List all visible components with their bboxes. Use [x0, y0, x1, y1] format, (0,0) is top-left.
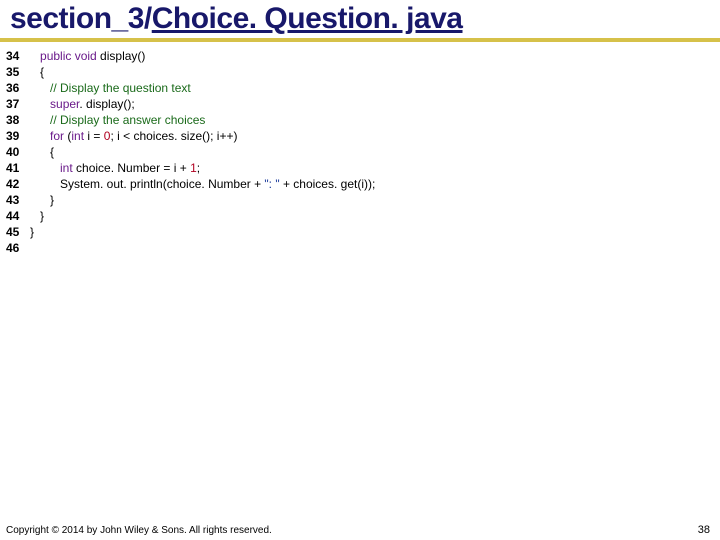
code-token: int	[60, 161, 73, 175]
line-number: 37	[2, 96, 24, 112]
code-content: }	[30, 208, 44, 224]
code-token: }	[30, 209, 44, 223]
code-token: 1	[190, 161, 197, 175]
code-line: 45}	[2, 224, 710, 240]
code-token: ": "	[264, 177, 279, 191]
line-number: 42	[2, 176, 24, 192]
page-number: 38	[698, 524, 710, 536]
code-token: }	[30, 225, 34, 239]
code-line: 40 {	[2, 144, 710, 160]
code-line: 37 super. display();	[2, 96, 710, 112]
title-rule	[0, 38, 720, 42]
code-line: 44 }	[2, 208, 710, 224]
code-token: display()	[97, 49, 146, 63]
line-number: 34	[2, 48, 24, 64]
line-number: 38	[2, 112, 24, 128]
code-token: ; i < choices. size(); i++)	[110, 129, 237, 143]
code-line: 38 // Display the answer choices	[2, 112, 710, 128]
code-token: System. out. println(choice. Number +	[30, 177, 264, 191]
code-token	[30, 81, 50, 95]
code-block: 34 public void display()35 {36 // Displa…	[0, 48, 720, 256]
code-token: . display();	[79, 97, 134, 111]
code-token: int	[71, 129, 84, 143]
code-content: {	[30, 64, 44, 80]
code-line: 35 {	[2, 64, 710, 80]
code-content: // Display the question text	[30, 80, 191, 96]
line-number: 39	[2, 128, 24, 144]
title-main: Choice. Question. java	[152, 2, 463, 35]
copyright-text: Copyright © 2014 by John Wiley & Sons. A…	[6, 525, 272, 536]
code-token: {	[30, 65, 44, 79]
line-number: 35	[2, 64, 24, 80]
code-token: // Display the question text	[50, 81, 191, 95]
code-content: {	[30, 144, 54, 160]
code-token: public void	[40, 49, 97, 63]
code-token: + choices. get(i));	[280, 177, 376, 191]
code-content: int choice. Number = i + 1;	[30, 160, 200, 176]
code-token	[30, 129, 50, 143]
code-token: for	[50, 129, 64, 143]
slide-title: section_3/Choice. Question. java	[0, 0, 720, 36]
code-content: super. display();	[30, 96, 135, 112]
code-token	[30, 161, 60, 175]
code-token: // Display the answer choices	[50, 113, 205, 127]
code-content: }	[30, 224, 34, 240]
code-line: 42 System. out. println(choice. Number +…	[2, 176, 710, 192]
footer: Copyright © 2014 by John Wiley & Sons. A…	[0, 524, 720, 536]
code-token: i =	[84, 129, 104, 143]
code-content: // Display the answer choices	[30, 112, 205, 128]
line-number: 45	[2, 224, 24, 240]
code-content: System. out. println(choice. Number + ":…	[30, 176, 375, 192]
code-token: {	[30, 145, 54, 159]
title-prefix: section_3/	[10, 2, 152, 35]
code-line: 39 for (int i = 0; i < choices. size(); …	[2, 128, 710, 144]
code-line: 36 // Display the question text	[2, 80, 710, 96]
code-line: 43 }	[2, 192, 710, 208]
code-line: 34 public void display()	[2, 48, 710, 64]
line-number: 44	[2, 208, 24, 224]
code-token: choice. Number = i +	[73, 161, 190, 175]
code-content: for (int i = 0; i < choices. size(); i++…	[30, 128, 237, 144]
line-number: 36	[2, 80, 24, 96]
line-number: 46	[2, 240, 24, 256]
code-line: 41 int choice. Number = i + 1;	[2, 160, 710, 176]
code-token	[30, 113, 50, 127]
code-token	[30, 97, 50, 111]
code-token: }	[30, 193, 54, 207]
line-number: 43	[2, 192, 24, 208]
code-token: ;	[197, 161, 200, 175]
code-content: }	[30, 192, 54, 208]
code-token: super	[50, 97, 79, 111]
line-number: 40	[2, 144, 24, 160]
code-line: 46	[2, 240, 710, 256]
code-content: public void display()	[30, 48, 145, 64]
code-token	[30, 49, 40, 63]
line-number: 41	[2, 160, 24, 176]
